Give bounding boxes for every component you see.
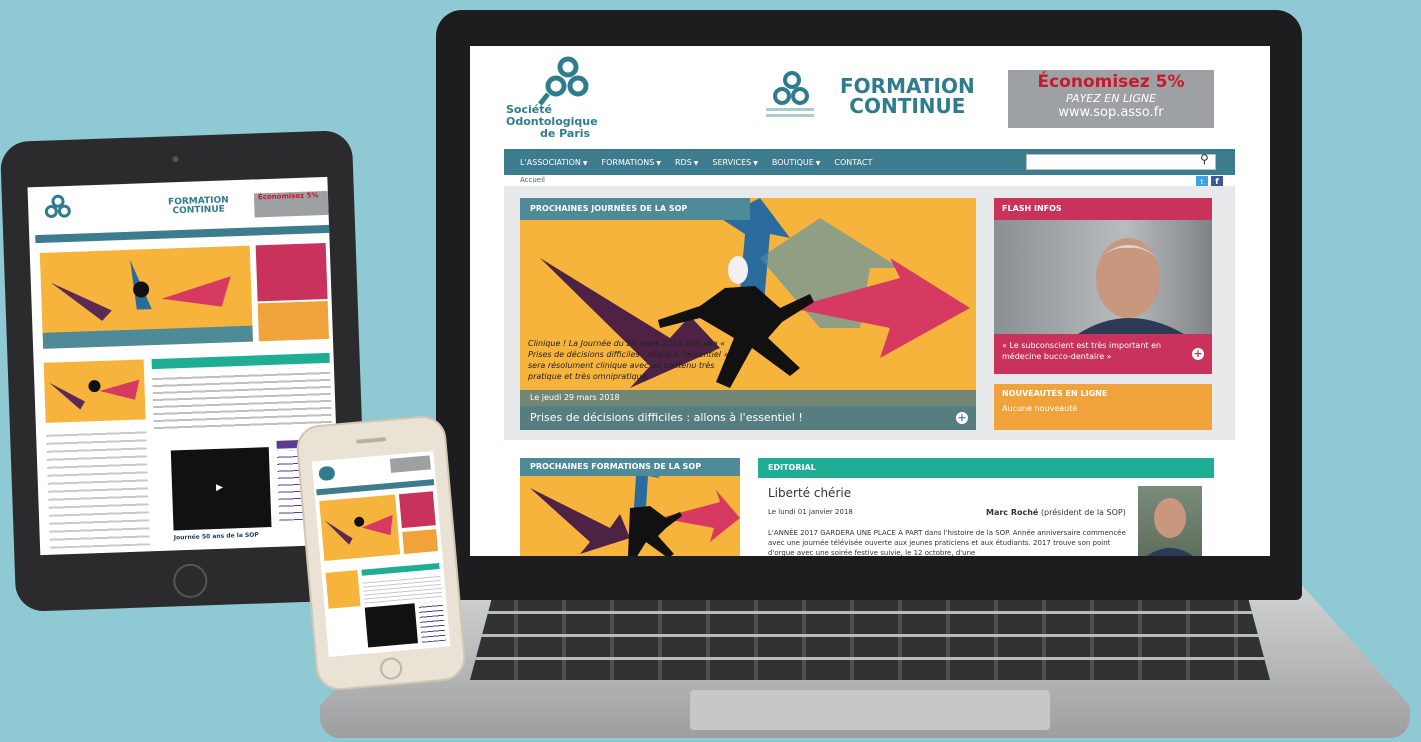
editorial-label: EDITORIAL	[758, 458, 1214, 478]
tablet-home-button[interactable]	[172, 563, 208, 599]
nouveautes-label: NOUVEAUTÉS EN LIGNE	[1002, 389, 1108, 398]
phone-news[interactable]	[402, 529, 439, 554]
editorial-author: Marc Roché (président de la SOP)	[986, 508, 1126, 517]
chevron-down-icon: ▼	[656, 159, 661, 167]
chevron-down-icon: ▼	[815, 159, 821, 167]
chevron-down-icon: ▼	[753, 159, 758, 167]
hero-carousel[interactable]: PROCHAINES JOURNÉES DE LA SOP Clinique !…	[520, 198, 976, 430]
phone-video[interactable]	[364, 603, 418, 648]
hero-section-label: PROCHAINES JOURNÉES DE LA SOP	[520, 198, 750, 220]
chevron-down-icon: ▼	[582, 159, 588, 167]
plus-circle-icon[interactable]: +	[956, 412, 968, 424]
laptop-screen: Société Odontologique de Paris FORMATION…	[470, 46, 1270, 556]
chevron-down-icon: ▼	[693, 159, 699, 167]
editorial-date: Le lundi 01 janvier 2018	[768, 508, 853, 516]
phone-editorial-text	[362, 572, 443, 604]
flash-infos-photo	[994, 220, 1212, 334]
phone-speaker	[356, 437, 387, 444]
nav-item-contact[interactable]: CONTACT	[834, 158, 872, 167]
flash-infos-text: « Le subconscient est très important en …	[1002, 341, 1162, 361]
tablet-formation-text: FORMATION CONTINUE	[167, 195, 229, 217]
editorial-section: EDITORIAL Liberté chérie Le lundi 01 jan…	[758, 458, 1214, 556]
tablet-screen: FORMATION CONTINUE Économisez 5% ▶ Journ…	[27, 176, 341, 556]
tablet-article-list	[45, 425, 151, 549]
formation-continue-title: FORMATION CONTINUE	[840, 74, 975, 118]
sop-logo[interactable]: Société Odontologique de Paris	[506, 56, 616, 146]
prochaines-formations-label: PROCHAINES FORMATIONS DE LA SOP	[520, 458, 740, 476]
phone-screen	[311, 451, 451, 657]
phone-hero[interactable]	[319, 494, 401, 561]
tablet-flash-infos[interactable]	[255, 242, 328, 302]
promo-subline: PAYEZ EN LIGNE	[1065, 92, 1157, 105]
phone-sop-logo	[318, 465, 336, 482]
phone-device	[294, 413, 468, 693]
tablet-editorial-text	[152, 366, 333, 434]
tablet-news[interactable]	[257, 300, 329, 342]
tablet-sop-logo	[36, 194, 77, 225]
nouveautes-card[interactable]: NOUVEAUTÉS EN LIGNE Aucune nouveauté	[994, 384, 1212, 430]
phone-formations[interactable]	[325, 570, 361, 609]
formation-sop-logo	[766, 71, 814, 117]
nav-item-formations[interactable]: FORMATIONS ▼	[602, 158, 661, 167]
phone-flash-infos[interactable]	[398, 491, 436, 529]
tablet-promo-banner[interactable]: Économisez 5%	[253, 190, 329, 218]
sop-website: Société Odontologique de Paris FORMATION…	[470, 46, 1270, 556]
plus-circle-icon[interactable]: +	[1192, 348, 1204, 360]
laptop-touchpad	[690, 690, 1050, 730]
nav-item-association[interactable]: L'ASSOCIATION ▼	[520, 158, 588, 167]
tablet-video-title[interactable]: Journée 50 ans de la SOP	[174, 531, 259, 541]
phone-home-button[interactable]	[379, 656, 404, 681]
play-icon[interactable]: ▶	[216, 483, 223, 493]
tablet-hero[interactable]	[39, 245, 254, 349]
nav-item-boutique[interactable]: BOUTIQUE ▼	[772, 158, 821, 167]
tablet-video-player[interactable]: ▶	[170, 447, 272, 531]
nouveautes-text: Aucune nouveauté	[1002, 404, 1078, 413]
nav-item-rds[interactable]: RDS ▼	[675, 158, 698, 167]
promo-banner[interactable]: Économisez 5% PAYEZ EN LIGNE www.sop.ass…	[1008, 70, 1214, 128]
phone-promo-banner[interactable]	[389, 455, 431, 473]
phone-sidebar	[418, 600, 446, 643]
hero-title[interactable]: Prises de décisions difficiles : allons …	[520, 406, 976, 430]
tablet-editorial-header	[151, 352, 330, 370]
hero-excerpt: Clinique ! La Journée du 29 mars 2018 in…	[528, 339, 729, 381]
hero-date: Le jeudi 29 mars 2018	[520, 390, 976, 406]
promo-headline: Économisez 5%	[1037, 72, 1185, 92]
flash-infos-card[interactable]: FLASH INFOS « Le subconscient est très i…	[994, 198, 1212, 374]
tablet-nav-bar	[35, 224, 330, 244]
sop-logo-mark	[538, 56, 589, 106]
editorial-body: L'ANNÉE 2017 GARDERA UNE PLACE À PART da…	[768, 529, 1126, 556]
flash-infos-label: FLASH INFOS	[1002, 204, 1062, 213]
tablet-prochaines-formations[interactable]	[43, 359, 146, 423]
tablet-camera	[172, 156, 179, 163]
breadcrumb[interactable]: Accueil	[520, 176, 545, 184]
sop-logo-text: Société Odontologique de Paris	[506, 103, 598, 140]
author-photo	[1138, 486, 1202, 556]
prochaines-formations-card[interactable]: PROCHAINES FORMATIONS DE LA SOP	[520, 458, 740, 556]
laptop-keyboard-rows	[470, 590, 1270, 680]
search-input[interactable]	[1026, 154, 1216, 170]
nav-item-services[interactable]: SERVICES ▼	[712, 158, 757, 167]
search-icon[interactable]: ⚲	[1200, 152, 1209, 166]
editorial-title[interactable]: Liberté chérie	[768, 486, 851, 500]
promo-url: www.sop.asso.fr	[1058, 105, 1164, 120]
